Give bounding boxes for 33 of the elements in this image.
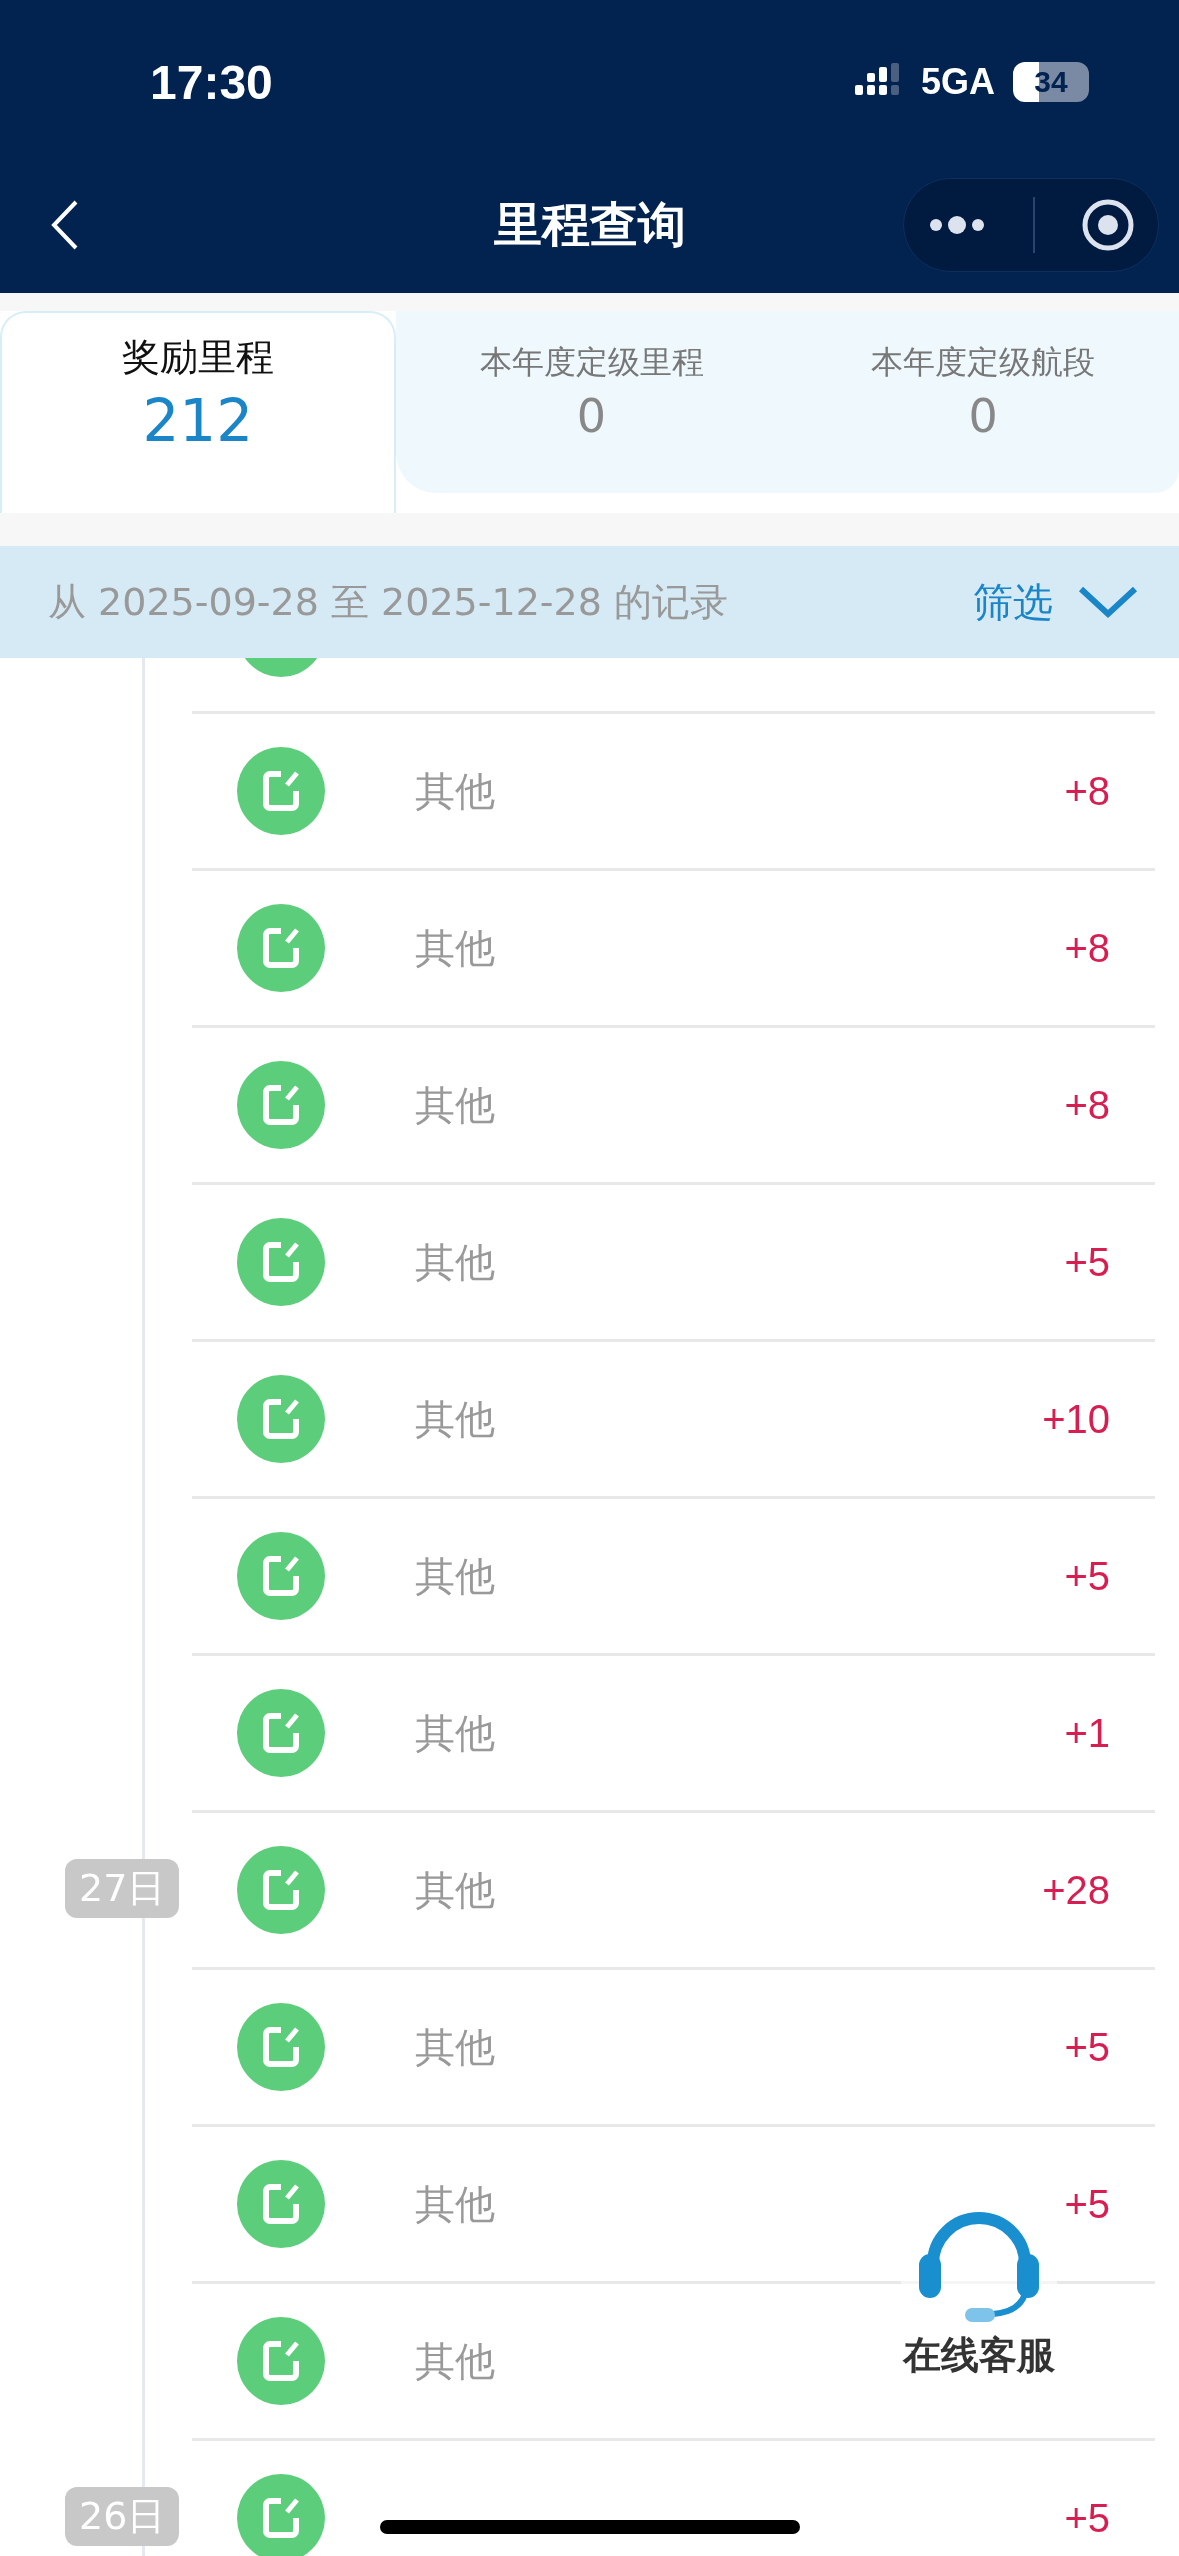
- date-range-text: 从 2025-09-28 至 2025-12-28 的记录: [48, 578, 728, 626]
- mileage-amount: +8: [1064, 925, 1110, 971]
- status-time: 17:30: [150, 54, 273, 110]
- mileage-tab[interactable]: 本年度定级航段 0: [787, 311, 1179, 493]
- record-type: 其他: [415, 2336, 495, 2386]
- mileage-amount: +8: [1064, 1082, 1110, 1128]
- record-type: 其他: [415, 1394, 495, 1444]
- record-type: 其他: [415, 1237, 495, 1287]
- mileage-amount: +5: [1064, 1239, 1110, 1285]
- mileage-tab[interactable]: 本年度定级里程 0: [395, 311, 788, 493]
- back-icon[interactable]: [50, 198, 80, 251]
- network-label: 5GA: [920, 61, 995, 103]
- mileage-amount: +28: [1042, 1867, 1110, 1913]
- mileage-tab[interactable]: 奖励里程 212: [0, 311, 396, 513]
- mileage-amount: +5: [1064, 2495, 1110, 2541]
- record-type: 其他: [415, 923, 495, 973]
- record-type: 其他: [415, 766, 495, 816]
- mileage-amount: +8: [1064, 768, 1110, 814]
- filter-button[interactable]: 筛选: [973, 574, 1139, 630]
- chevron-down-icon: [1077, 585, 1139, 619]
- record-type: 其他: [415, 1865, 495, 1915]
- mileage-amount: +5: [1064, 2024, 1110, 2070]
- record-type: 其他: [415, 1080, 495, 1130]
- mileage-amount: +5: [1064, 1553, 1110, 1599]
- close-icon[interactable]: [1081, 197, 1135, 252]
- record-type: 其他: [415, 2022, 495, 2072]
- mileage-amount: +10: [1042, 1396, 1110, 1442]
- record-type: 其他: [415, 1708, 495, 1758]
- record-type: 其他: [415, 1551, 495, 1601]
- record-type: 其他: [415, 2179, 495, 2229]
- mileage-amount: +1: [1064, 1710, 1110, 1756]
- mileage-amount: +5: [1064, 2181, 1110, 2227]
- page-title: 里程查询: [493, 194, 686, 254]
